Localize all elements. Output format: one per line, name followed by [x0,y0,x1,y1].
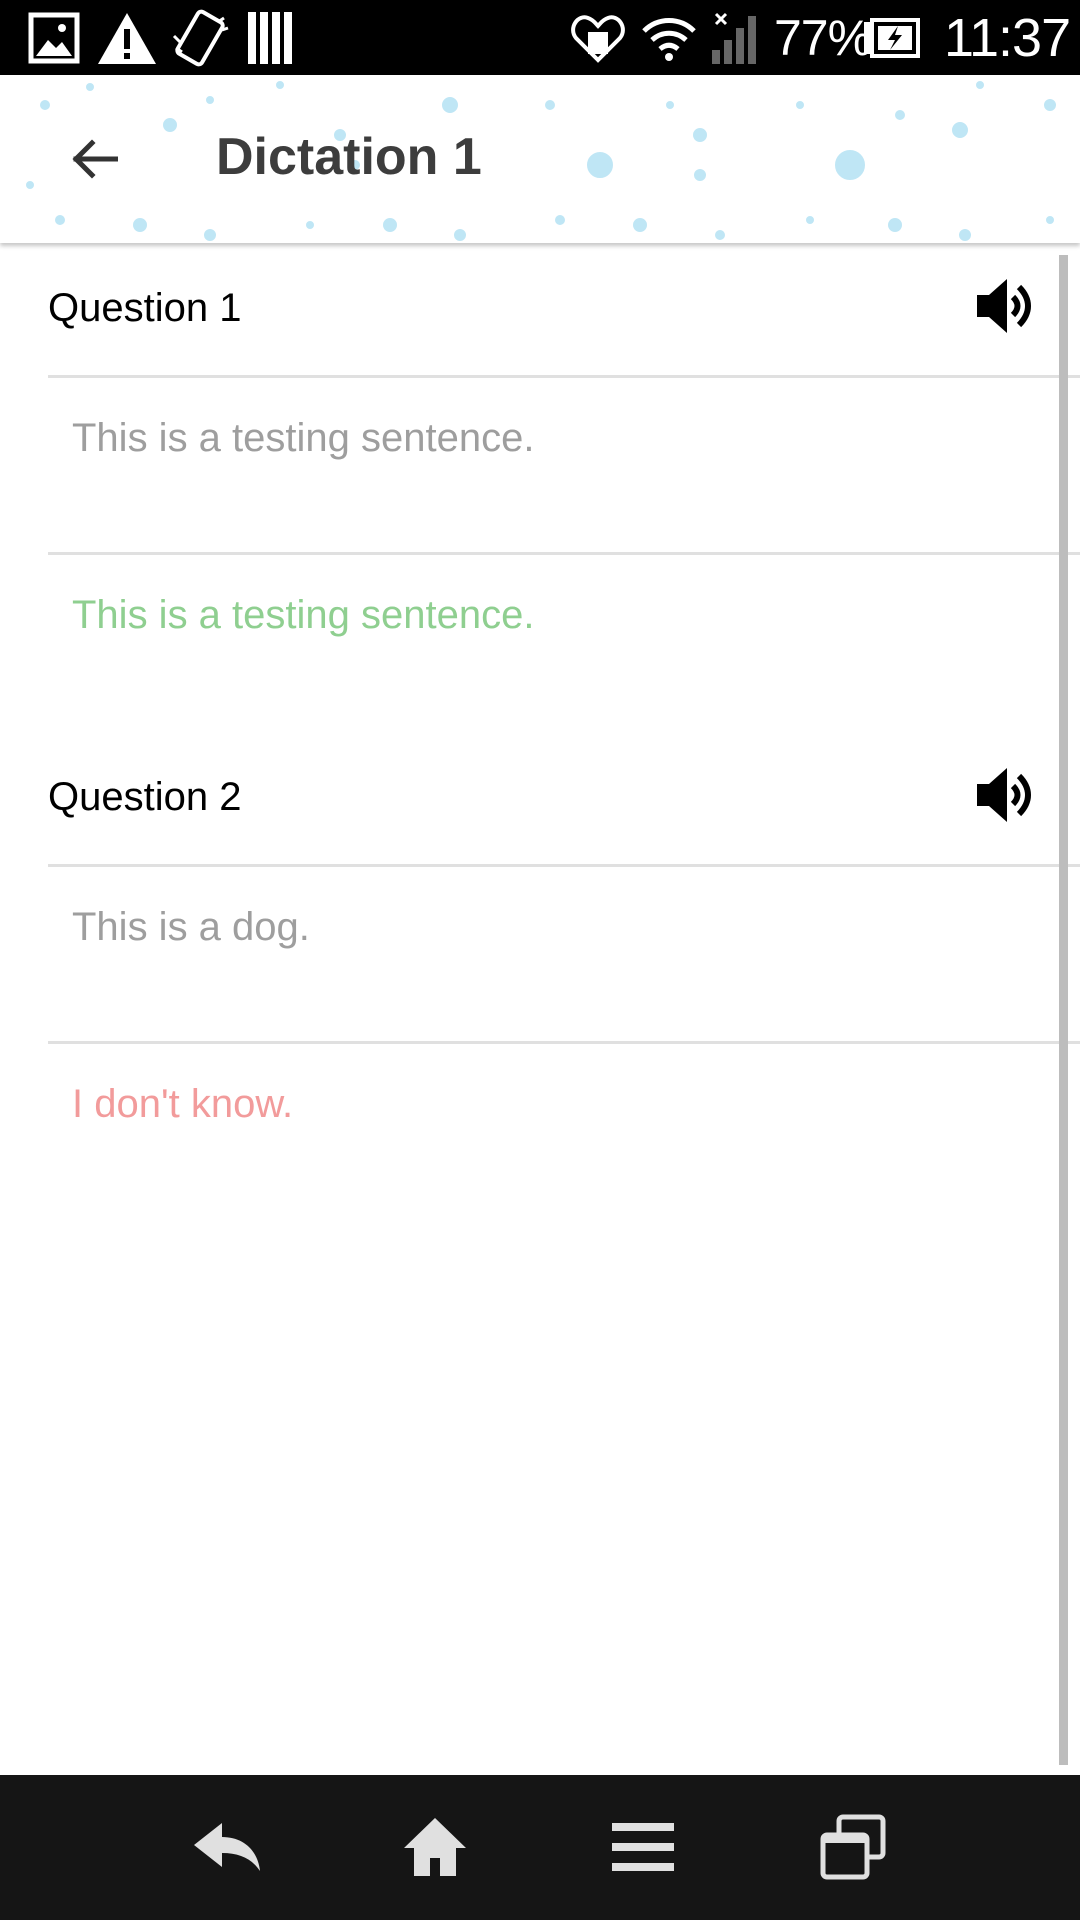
page-title: Dictation 1 [216,128,482,186]
warning-icon [96,0,158,75]
battery-charging-icon [862,0,922,75]
volume-icon [977,768,1031,822]
question-title: Question 1 [48,286,242,330]
result-text-correct: This is a testing sentence. [72,593,535,637]
gallery-icon [28,0,80,75]
play-audio-button[interactable] [973,273,1039,339]
home-icon [404,1818,466,1876]
divider [48,1041,1080,1044]
arrow-back-icon [72,139,118,179]
snowflake-pattern [26,81,1056,241]
divider [48,375,1080,378]
question-title: Question 2 [48,775,242,819]
nav-back-icon [194,1823,260,1871]
navigation-bar [0,1775,1080,1920]
divider [48,864,1080,867]
status-bar: 77% 11:37 [0,0,1080,75]
wifi-icon [640,0,698,75]
user-answer[interactable]: This is a testing sentence. [72,416,534,461]
nav-back-button[interactable] [182,1805,272,1889]
back-button[interactable] [50,119,140,199]
play-audio-button[interactable] [973,762,1039,828]
question-header: Question 1 [48,243,1080,367]
menu-icon [612,1823,674,1871]
recent-apps-button[interactable] [808,1805,898,1889]
heart-monitor-icon [570,0,626,75]
clock: 11:37 [944,7,1071,68]
recent-apps-icon [820,1814,886,1880]
screen: 77% 11:37 Dictation 1 Question 1 This is… [0,0,1080,1920]
scrollbar[interactable] [1059,255,1068,1765]
signal-icon [710,0,760,75]
menu-button[interactable] [598,1805,688,1889]
vibrate-icon [168,0,232,75]
home-button[interactable] [390,1805,480,1889]
app-bar: Dictation 1 [0,75,1080,243]
user-answer[interactable]: This is a dog. [72,905,310,950]
question-list[interactable]: Question 1 This is a testing sentence. T… [0,243,1080,1775]
result-text-wrong: I don't know. [72,1082,294,1126]
battery-percent: 77% [774,9,872,66]
question-header: Question 2 [48,732,1080,856]
divider [48,552,1080,555]
cards-icon [244,0,296,75]
volume-icon [977,279,1031,333]
